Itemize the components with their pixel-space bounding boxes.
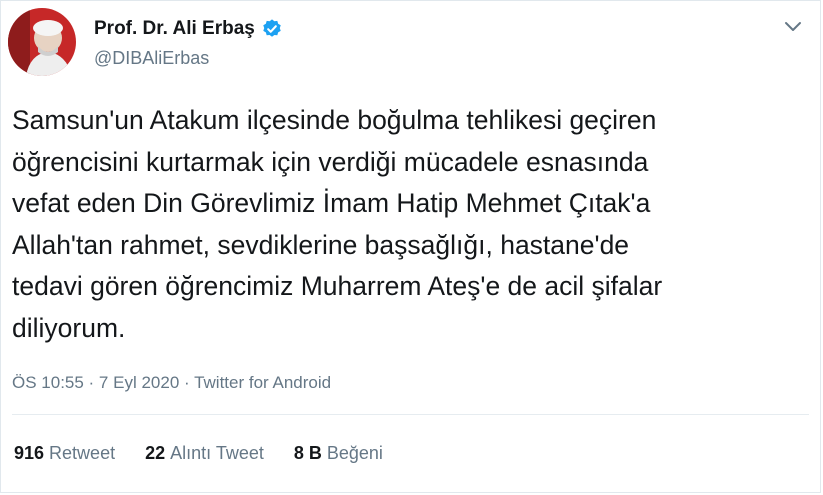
tweet-line: öğrencisini kurtarmak için verdiği mücad… [12,146,649,177]
name-row: Prof. Dr. Ali Erbaş [94,18,283,40]
quote-number: 22 [145,443,166,463]
verified-badge-icon [263,19,281,37]
tweet-card: Prof. Dr. Ali Erbaş @DIBAliErbas Samsun'… [0,0,821,493]
tweet-header: Prof. Dr. Ali Erbaş @DIBAliErbas [8,8,808,78]
tweet-stats: 916 Retweet 22 Alıntı Tweet 8 B Beğeni [14,443,383,464]
tweet-line: vefat eden Din Görevlimiz İmam Hatip Meh… [12,188,651,218]
chevron-down-icon[interactable] [781,14,805,38]
retweet-count[interactable]: 916 Retweet [14,443,115,464]
divider [12,414,809,415]
tweet-line: tedavi gören öğrencimiz Muharrem Ateş'e … [12,271,663,301]
tweet-line: Allah'tan rahmet, sevdiklerine başsağlığ… [12,229,630,260]
tweet-timestamp[interactable]: ÖS 10:55 · 7 Eyl 2020 · Twitter for Andr… [12,373,331,393]
like-count[interactable]: 8 B Beğeni [294,443,383,464]
like-number: 8 B [293,443,322,463]
tweet-line: Samsun'un Atakum ilçesinde boğulma tehli… [12,105,657,135]
tweet-line: diliyorum. [12,312,126,343]
display-name[interactable]: Prof. Dr. Ali Erbaş [94,18,255,40]
like-label: Beğeni [326,443,383,463]
quote-tweet-count[interactable]: 22 Alıntı Tweet [145,443,264,464]
user-handle[interactable]: @DIBAliErbas [94,48,209,69]
retweet-label: Retweet [49,443,116,463]
avatar-image [8,8,76,76]
tweet-text: Samsun'un Atakum ilçesinde boğulma tehli… [12,100,812,349]
avatar[interactable] [8,8,76,76]
retweet-number: 916 [14,443,45,463]
quote-label: Alıntı Tweet [170,443,264,463]
